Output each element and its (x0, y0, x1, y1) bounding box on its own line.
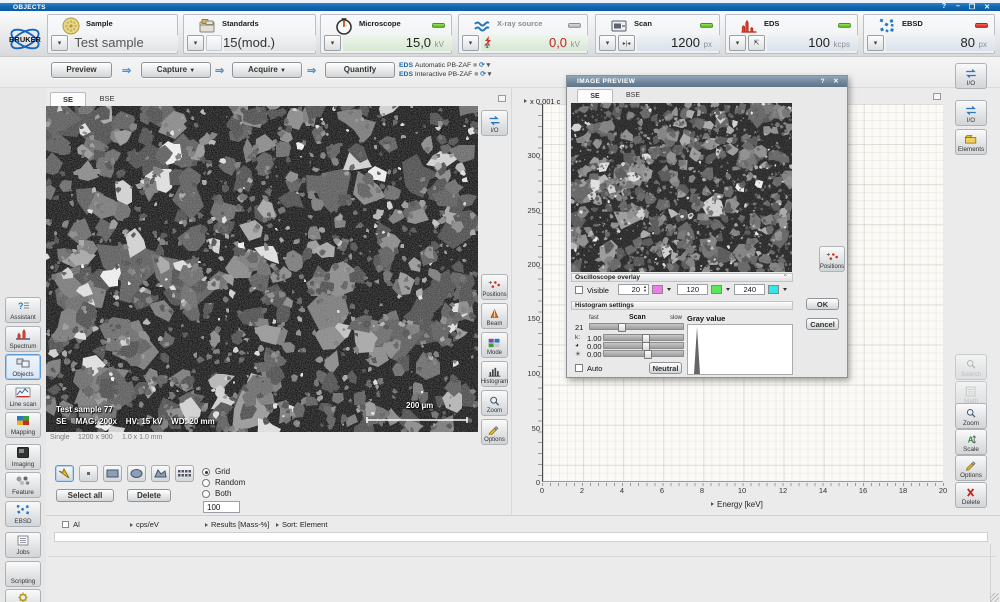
svg-text:?: ? (18, 301, 24, 311)
svg-text:BRUKER: BRUKER (9, 35, 42, 44)
